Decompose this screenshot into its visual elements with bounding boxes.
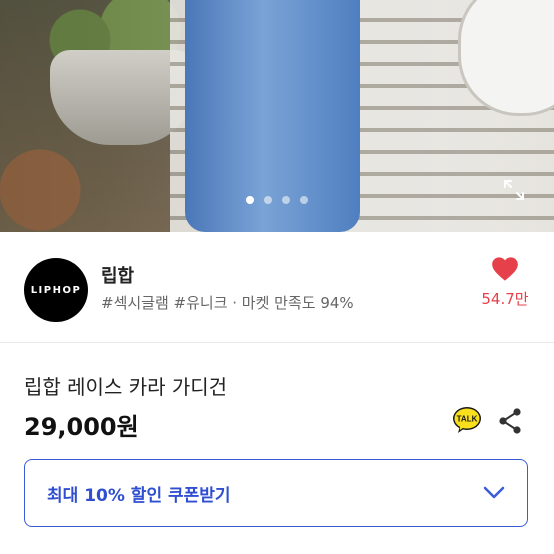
shop-logo-text: LIPHOP — [30, 284, 82, 296]
coupon-label: 최대 10% 할인 쿠폰받기 — [47, 485, 231, 506]
shop-name[interactable]: 립합 — [101, 262, 134, 288]
fullscreen-icon[interactable] — [502, 178, 526, 202]
shop-tags: #섹시글램 #유니크 · 마켓 만족도 94% — [101, 294, 354, 312]
carousel-indicator — [0, 196, 554, 204]
heart-icon — [492, 257, 518, 281]
carousel-dot[interactable] — [300, 196, 308, 204]
carousel-dot[interactable] — [246, 196, 254, 204]
product-price: 29,000원 — [24, 413, 139, 441]
like-count: 54.7만 — [481, 290, 529, 308]
shop-logo[interactable]: LIPHOP — [24, 258, 88, 322]
coupon-button[interactable]: 최대 10% 할인 쿠폰받기 — [24, 459, 528, 527]
carousel-dot[interactable] — [264, 196, 272, 204]
product-image-carousel[interactable] — [0, 0, 554, 232]
carousel-dot[interactable] — [282, 196, 290, 204]
kakaotalk-label: TALK — [457, 415, 478, 424]
kakaotalk-icon[interactable]: TALK — [452, 406, 482, 434]
product-title: 립합 레이스 카라 가디건 — [24, 375, 228, 399]
chevron-down-icon — [483, 486, 505, 499]
share-icon[interactable] — [497, 407, 523, 435]
like-button[interactable]: 54.7만 — [470, 256, 540, 309]
